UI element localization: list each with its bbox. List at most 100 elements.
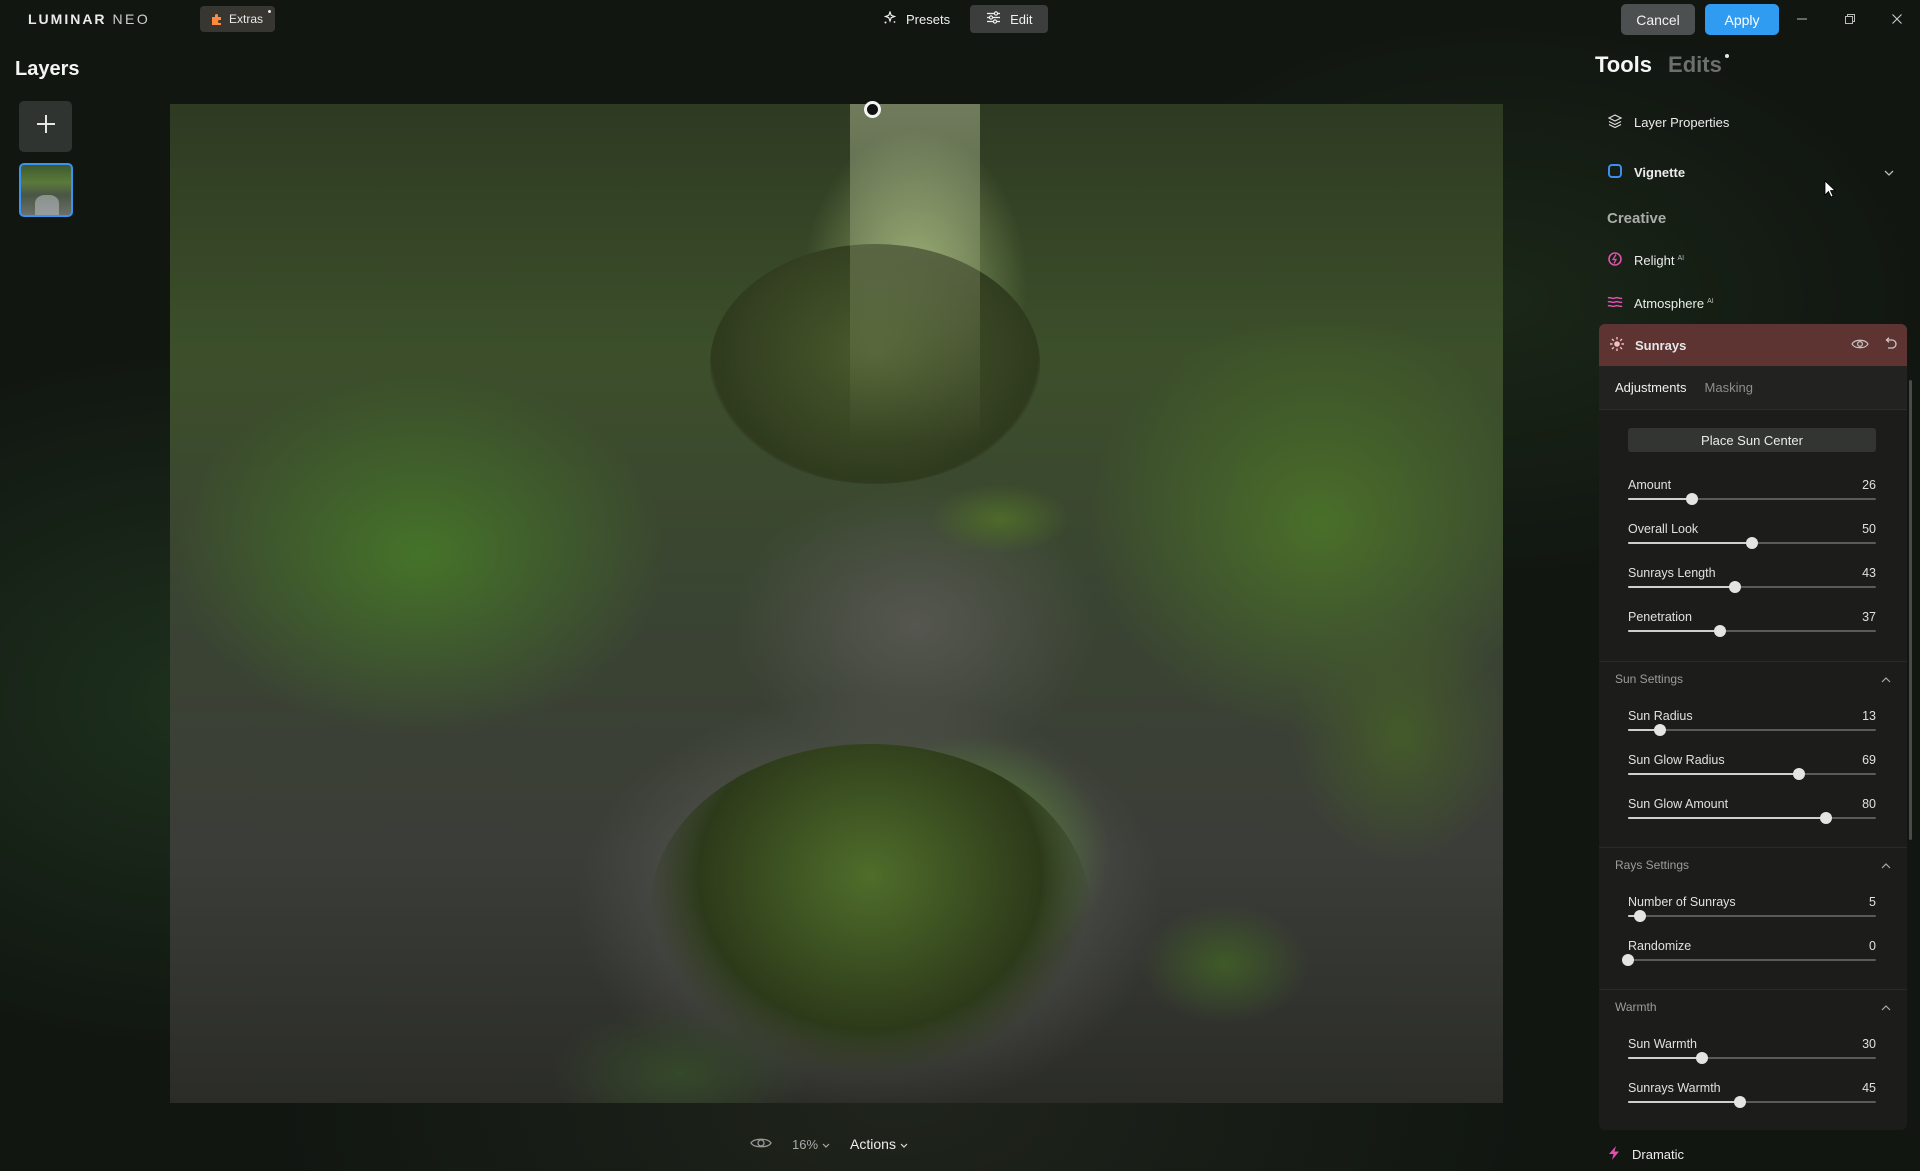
slider-track[interactable] xyxy=(1628,1096,1876,1108)
zoom-dropdown[interactable]: 16% xyxy=(792,1137,830,1152)
warmth-header[interactable]: Warmth xyxy=(1599,989,1907,1023)
slider-label: Sunrays Length xyxy=(1628,566,1716,580)
tool-dramatic[interactable]: Dramatic xyxy=(1607,1145,1684,1164)
slider-thumb[interactable] xyxy=(1733,1096,1746,1108)
slider-track[interactable] xyxy=(1628,493,1876,505)
slider-track[interactable] xyxy=(1622,954,1876,966)
slider-thumb[interactable] xyxy=(1746,537,1758,549)
slider-fill xyxy=(1628,498,1693,500)
slider-number-of-sunrays[interactable]: Number of Sunrays 5 xyxy=(1628,895,1876,927)
slider-penetration[interactable]: Penetration 37 xyxy=(1628,610,1876,642)
slider-sun-warmth[interactable]: Sun Warmth 30 xyxy=(1628,1037,1876,1069)
sun-center-handle[interactable] xyxy=(864,101,881,118)
rays-settings-header[interactable]: Rays Settings xyxy=(1599,847,1907,881)
tab-adjustments[interactable]: Adjustments xyxy=(1615,380,1687,395)
actions-dropdown[interactable]: Actions xyxy=(850,1136,908,1152)
tool-relight[interactable]: Relight AI xyxy=(1607,251,1684,270)
place-sun-center-button[interactable]: Place Sun Center xyxy=(1628,428,1876,452)
close-icon[interactable] xyxy=(1886,8,1908,30)
slider-value: 69 xyxy=(1862,753,1876,767)
presets-button[interactable]: Presets xyxy=(867,5,966,33)
slider-thumb[interactable] xyxy=(1793,768,1806,780)
layer-thumbnail[interactable] xyxy=(19,163,73,217)
slider-thumb[interactable] xyxy=(1713,625,1726,637)
presets-label: Presets xyxy=(906,11,951,27)
minimize-icon[interactable] xyxy=(1791,8,1813,30)
slider-track[interactable] xyxy=(1628,625,1876,637)
sunrays-header[interactable]: Sunrays xyxy=(1599,324,1907,366)
slider-track[interactable] xyxy=(1628,812,1876,824)
slider-thumb[interactable] xyxy=(1686,493,1699,505)
tab-masking[interactable]: Masking xyxy=(1705,380,1753,395)
chevron-up-icon xyxy=(1881,672,1891,686)
tool-atmosphere-label: Atmosphere xyxy=(1634,296,1705,311)
slider-sunrays-warmth[interactable]: Sunrays Warmth 45 xyxy=(1628,1081,1876,1113)
slider-thumb[interactable] xyxy=(1654,724,1667,736)
add-layer-button[interactable] xyxy=(19,101,72,152)
edit-label: Edit xyxy=(1010,11,1033,27)
chevron-up-icon xyxy=(1881,1000,1891,1014)
tool-vignette[interactable]: Vignette xyxy=(1607,163,1685,182)
creative-section-label: Creative xyxy=(1607,210,1667,227)
slider-sun-glow-radius[interactable]: Sun Glow Radius 69 xyxy=(1628,753,1876,785)
slider-label: Overall Look xyxy=(1628,522,1699,536)
bottom-right-rock xyxy=(1140,904,1310,1024)
slider-amount[interactable]: Amount 26 xyxy=(1628,478,1876,510)
mouse-cursor-icon xyxy=(1824,180,1837,203)
panel-scrollbar[interactable] xyxy=(1909,380,1912,840)
slider-value: 30 xyxy=(1862,1037,1876,1051)
tool-layer-properties[interactable]: Layer Properties xyxy=(1607,113,1729,132)
tool-layer-properties-label: Layer Properties xyxy=(1634,115,1730,130)
cancel-button[interactable]: Cancel xyxy=(1621,4,1695,35)
mode-switcher: Presets Edit xyxy=(867,5,1049,33)
slider-fill xyxy=(1628,773,1800,775)
edit-button[interactable]: Edit xyxy=(970,5,1049,33)
slider-track[interactable] xyxy=(1628,724,1876,736)
ai-badge: AI xyxy=(1677,254,1685,262)
eye-icon[interactable] xyxy=(750,1136,772,1153)
right-boulder xyxy=(1290,604,1503,864)
warmth-title: Warmth xyxy=(1615,999,1657,1014)
slider-track[interactable] xyxy=(1628,581,1876,593)
canvas-bottom-bar: 16% Actions xyxy=(750,1131,908,1157)
slider-overall-look[interactable]: Overall Look 50 xyxy=(1628,522,1876,554)
sun-settings-header[interactable]: Sun Settings xyxy=(1599,661,1907,695)
rays-settings-title: Rays Settings xyxy=(1615,857,1690,872)
panel-tabs: Tools Edits xyxy=(1595,52,1729,78)
slider-thumb[interactable] xyxy=(1696,1052,1709,1064)
restore-icon[interactable] xyxy=(1839,8,1861,30)
sliders-icon xyxy=(986,11,1001,27)
reset-icon[interactable] xyxy=(1883,336,1897,354)
tab-tools[interactable]: Tools xyxy=(1595,52,1652,78)
tool-relight-label: Relight xyxy=(1634,253,1675,268)
slider-sun-radius[interactable]: Sun Radius 13 xyxy=(1628,709,1876,741)
slider-sunrays-length[interactable]: Sunrays Length 43 xyxy=(1628,566,1876,598)
slider-thumb[interactable] xyxy=(1622,954,1634,966)
slider-thumb[interactable] xyxy=(1820,812,1833,824)
slider-track[interactable] xyxy=(1628,1052,1876,1064)
slider-track[interactable] xyxy=(1628,537,1876,549)
slider-fill xyxy=(1628,817,1827,819)
slider-randomize[interactable]: Randomize 0 xyxy=(1622,939,1876,971)
tool-vignette-label: Vignette xyxy=(1634,165,1686,180)
sun-rays-glow xyxy=(850,104,980,444)
tool-atmosphere-text: Atmosphere AI xyxy=(1634,296,1714,311)
sunrays-panel: Sunrays Adjustments Masking Place Sun Ce… xyxy=(1599,324,1907,1130)
chevron-down-icon[interactable] xyxy=(1884,164,1894,182)
slider-fill xyxy=(1628,1101,1740,1103)
tab-edits[interactable]: Edits xyxy=(1668,52,1729,78)
slider-sun-glow-amount[interactable]: Sun Glow Amount 80 xyxy=(1628,797,1876,829)
tool-atmosphere[interactable]: Atmosphere AI xyxy=(1607,294,1714,313)
slider-value: 45 xyxy=(1862,1081,1876,1095)
layer-thumbnail-image xyxy=(35,195,59,215)
extras-button[interactable]: Extras xyxy=(200,6,276,32)
sun-icon xyxy=(1609,336,1625,355)
slider-track[interactable] xyxy=(1628,768,1876,780)
visibility-eye-icon[interactable] xyxy=(1851,338,1869,353)
apply-button[interactable]: Apply xyxy=(1705,4,1779,35)
canvas-image[interactable] xyxy=(170,104,1503,1103)
slider-track[interactable] xyxy=(1628,910,1876,922)
slider-thumb[interactable] xyxy=(1728,581,1741,593)
vignette-icon xyxy=(1607,163,1623,182)
slider-thumb[interactable] xyxy=(1634,910,1647,922)
